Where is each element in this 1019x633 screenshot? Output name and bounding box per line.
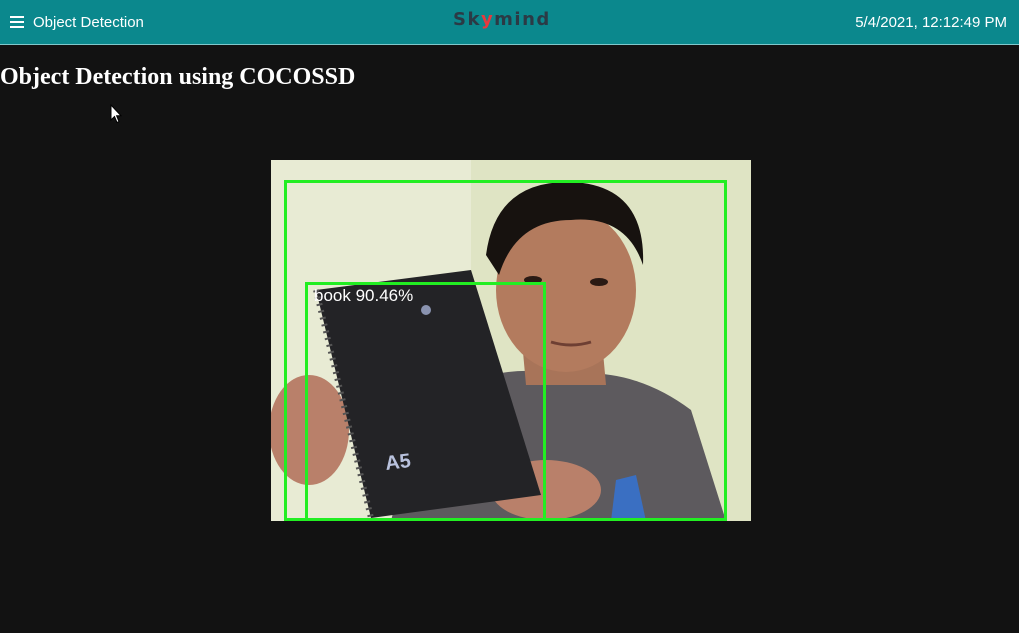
brand-logo: Skymind bbox=[453, 9, 551, 30]
detection-box-book bbox=[305, 282, 546, 521]
webcam-video: A5 book 90.46% bbox=[271, 160, 751, 521]
page-title: Object Detection using COCOSSD bbox=[0, 64, 356, 90]
app-title: Object Detection bbox=[33, 14, 144, 31]
hamburger-menu-icon[interactable] bbox=[10, 15, 25, 28]
current-datetime: 5/4/2021, 12:12:49 PM bbox=[855, 14, 1007, 31]
app-bar: Object Detection Skymind 5/4/2021, 12:12… bbox=[0, 0, 1019, 45]
mouse-cursor-icon bbox=[110, 104, 122, 124]
detection-label-book: book 90.46% bbox=[314, 286, 414, 305]
